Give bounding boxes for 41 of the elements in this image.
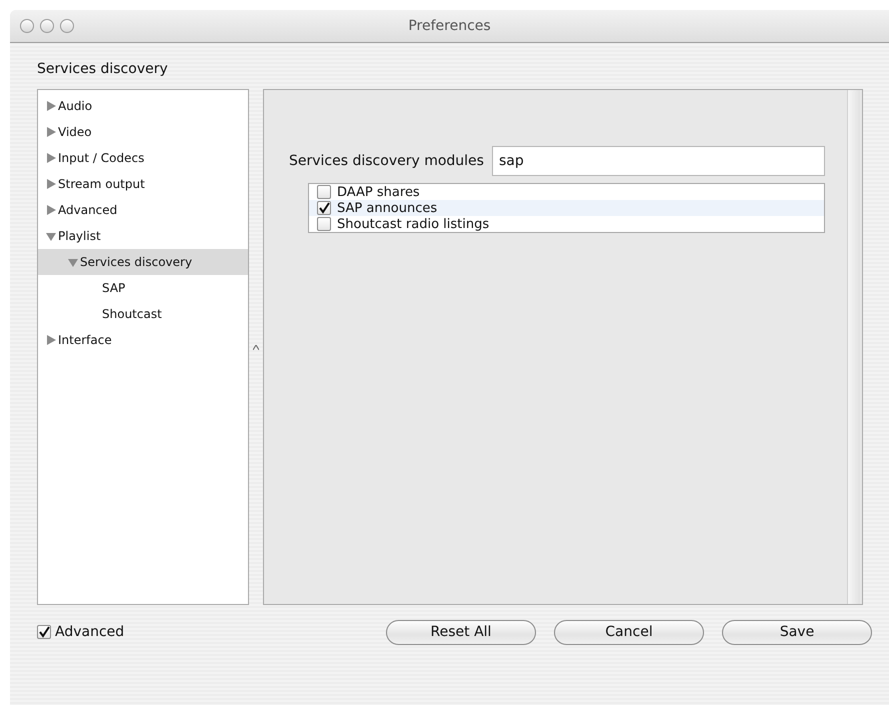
triangle-right-icon[interactable]	[46, 127, 56, 137]
triangle-right-icon[interactable]	[46, 153, 56, 163]
minimize-button[interactable]	[40, 19, 54, 33]
triangle-right-icon[interactable]	[46, 101, 56, 111]
section-title: Services discovery	[37, 61, 169, 79]
triangle-right-icon[interactable]	[46, 205, 56, 215]
tree-item[interactable]: Video	[38, 119, 248, 145]
check-icon	[38, 626, 50, 638]
module-label: DAAP shares	[337, 184, 420, 200]
checkbox[interactable]	[317, 185, 331, 199]
close-button[interactable]	[20, 19, 34, 33]
splitter-caret-icon[interactable]	[253, 344, 259, 350]
window-title: Preferences	[408, 18, 491, 34]
tree-item[interactable]: SAP	[38, 275, 248, 301]
triangle-down-icon[interactable]	[68, 257, 78, 267]
dialog-button[interactable]: Reset All	[386, 620, 536, 644]
field-label: Services discovery modules	[289, 153, 484, 169]
tree-item[interactable]: Audio	[38, 93, 248, 119]
tree-item[interactable]: Advanced	[38, 197, 248, 223]
tree-item[interactable]: Playlist	[38, 223, 248, 249]
tree-item[interactable]: Input / Codecs	[38, 145, 248, 171]
tree-item[interactable]: Stream output	[38, 171, 248, 197]
module-item[interactable]: SAP announces	[309, 200, 824, 216]
module-label: Shoutcast radio listings	[337, 216, 490, 232]
triangle-right-icon[interactable]	[46, 179, 56, 189]
scroll-bar[interactable]	[847, 90, 860, 604]
dialog-button[interactable]: Save	[722, 620, 872, 644]
module-label: SAP announces	[337, 200, 438, 216]
checkbox[interactable]	[317, 217, 331, 231]
checkbox[interactable]	[37, 625, 51, 639]
tree-item[interactable]: Shoutcast	[38, 301, 248, 327]
modules-field[interactable]: sap	[492, 146, 825, 176]
dialog-button[interactable]: Cancel	[554, 620, 704, 644]
tree-item[interactable]: Services discovery	[38, 249, 248, 275]
zoom-button[interactable]	[60, 19, 74, 33]
tree-item[interactable]: Interface	[38, 327, 248, 353]
check-icon	[318, 202, 330, 214]
triangle-down-icon[interactable]	[46, 231, 56, 241]
checkbox-label: Advanced	[55, 624, 124, 640]
checkbox[interactable]	[317, 201, 331, 215]
triangle-right-icon[interactable]	[46, 335, 56, 345]
